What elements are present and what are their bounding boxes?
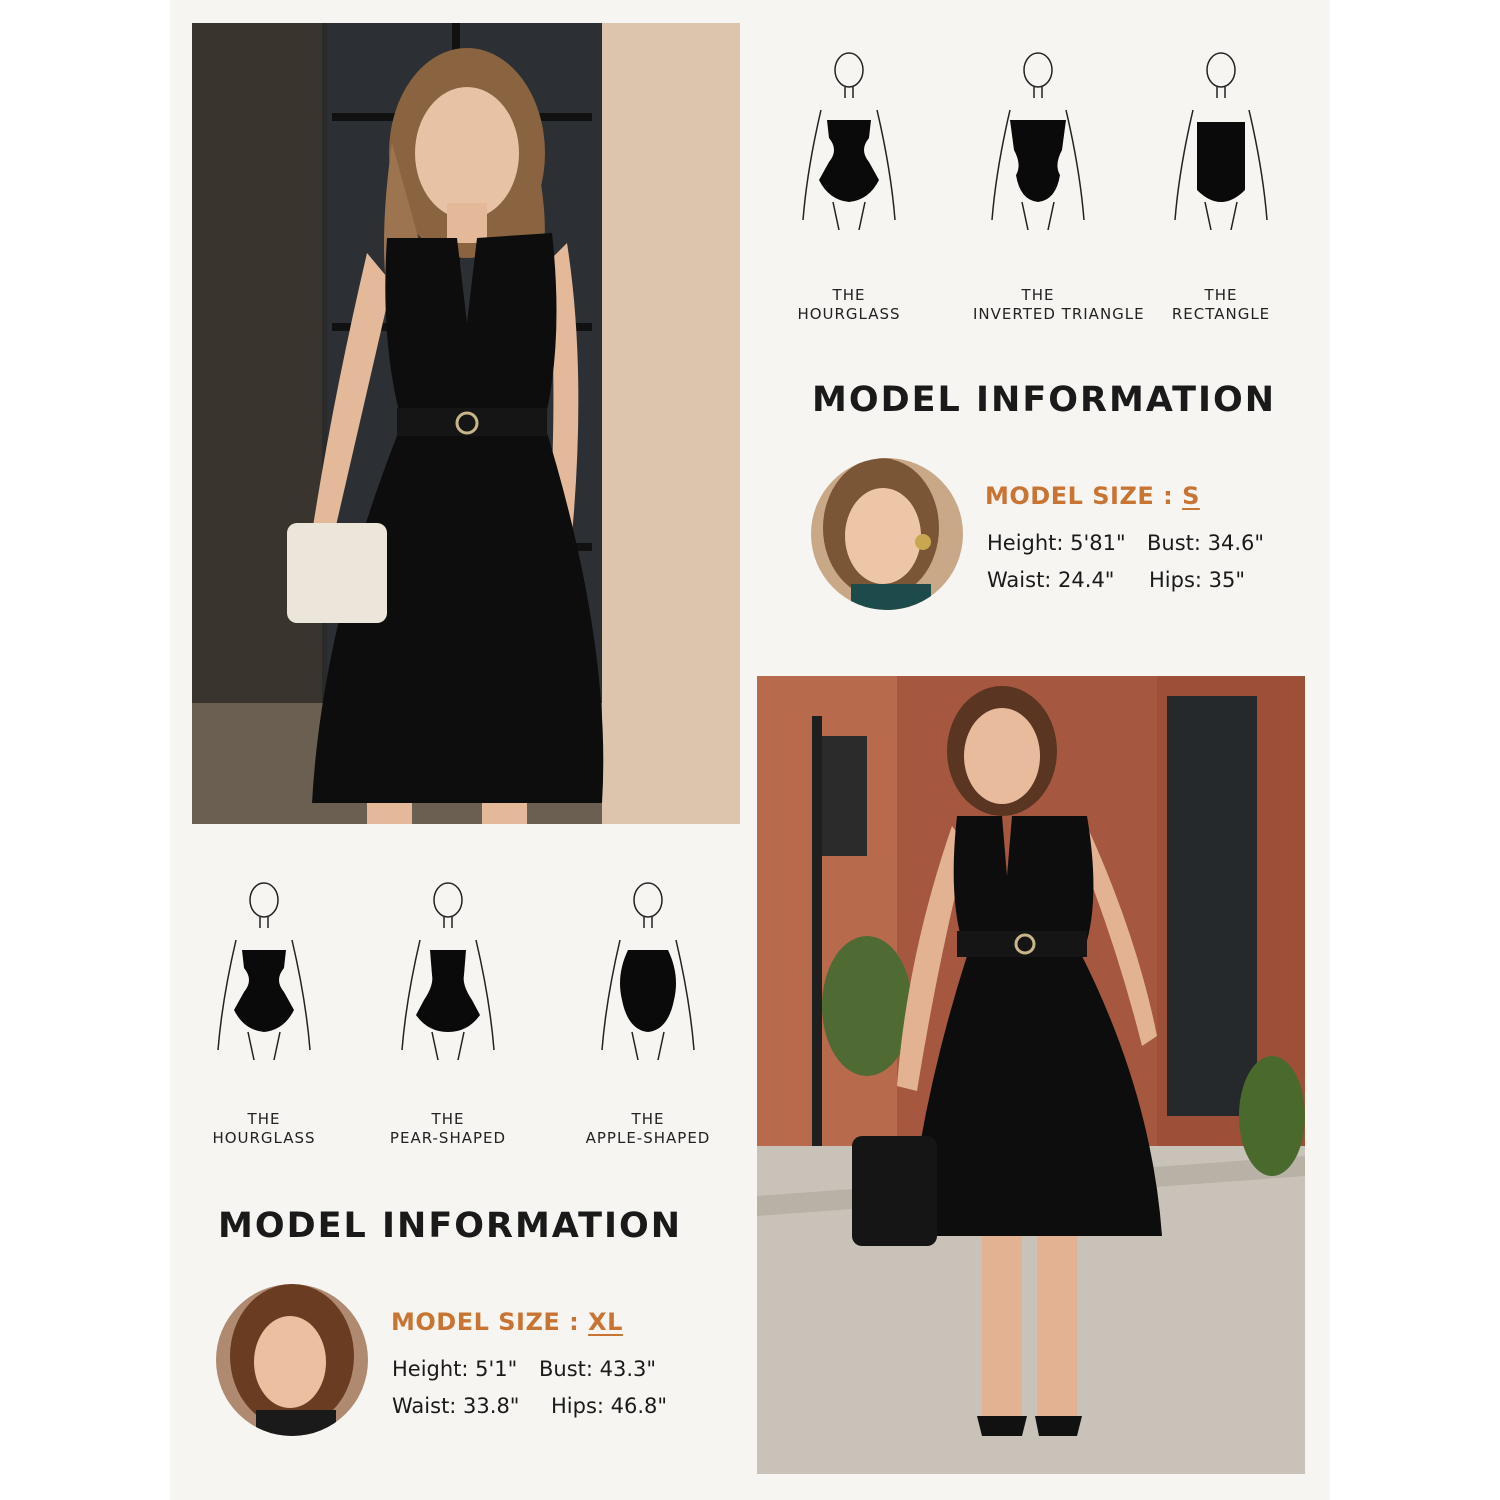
waist-measurement-2: Waist: 33.8" (392, 1394, 520, 1418)
body-shape-inverted-triangle: THE INVERTED TRIANGLE (973, 50, 1145, 324)
bust-measurement-2: Bust: 43.3" (539, 1357, 657, 1381)
rectangle-body-icon (1174, 52, 1268, 230)
shape-label-line2: HOURGLASS (212, 1129, 316, 1147)
shape-label-line2: HOURGLASS (797, 305, 901, 323)
model-information-title-2: MODEL INFORMATION (218, 1206, 683, 1246)
shape-label-line1: THE (832, 286, 866, 304)
shape-label-line1: THE (631, 1110, 665, 1128)
body-shape-hourglass: THE HOURGLASS (784, 50, 914, 324)
shape-label-line1: THE (1021, 286, 1055, 304)
model-information-title: MODEL INFORMATION (812, 380, 1277, 420)
shape-label-line1: THE (1204, 286, 1238, 304)
model-avatar-size-xl (216, 1284, 368, 1436)
waist-measurement: Waist: 24.4" (987, 568, 1115, 592)
body-shape-apple: THE APPLE-SHAPED (583, 880, 713, 1148)
body-shape-pear: THE PEAR-SHAPED (383, 880, 513, 1148)
model-size-value: XL (588, 1308, 623, 1336)
hips-measurement: Hips: 35" (1149, 568, 1246, 592)
height-measurement-2: Height: 5'1" (392, 1357, 518, 1381)
shape-label-line2: INVERTED TRIANGLE (973, 305, 1145, 323)
inverted-triangle-body-icon (991, 52, 1085, 230)
model-size-label: MODEL SIZE : (391, 1308, 580, 1336)
apple-body-icon (601, 882, 695, 1060)
height-measurement: Height: 5'81" (987, 531, 1126, 555)
shape-label-line1: THE (247, 1110, 281, 1128)
shape-label-line2: RECTANGLE (1171, 305, 1271, 323)
pear-body-icon (401, 882, 495, 1060)
model-size-line: MODEL SIZE : S (985, 482, 1200, 510)
model-avatar-size-s (811, 458, 963, 610)
model-size-line-2: MODEL SIZE : XL (391, 1308, 623, 1336)
model-photo-size-xl (757, 676, 1305, 1474)
model-photo-size-s (192, 23, 740, 824)
model-size-value: S (1182, 482, 1200, 510)
body-shape-rectangle: THE RECTANGLE (1156, 50, 1286, 324)
hourglass-body-icon (217, 882, 311, 1060)
hourglass-body-icon (802, 52, 896, 230)
shape-label-line2: APPLE-SHAPED (585, 1129, 711, 1147)
shape-label-line1: THE (431, 1110, 465, 1128)
hips-measurement-2: Hips: 46.8" (551, 1394, 668, 1418)
shape-label-line2: PEAR-SHAPED (389, 1129, 507, 1147)
model-size-label: MODEL SIZE : (985, 482, 1174, 510)
body-shape-hourglass-2: THE HOURGLASS (199, 880, 329, 1148)
bust-measurement: Bust: 34.6" (1147, 531, 1265, 555)
